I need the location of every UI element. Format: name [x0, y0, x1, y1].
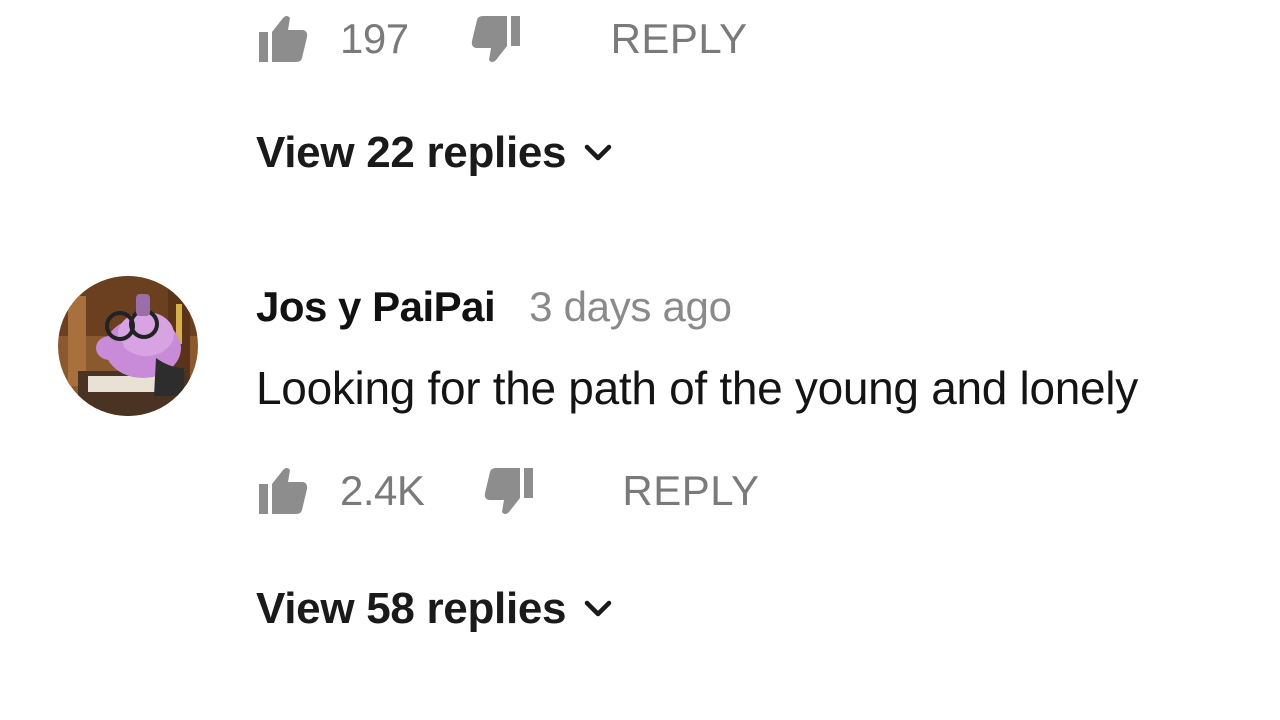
thumbs-up-icon[interactable]	[256, 14, 310, 64]
thumbs-down-icon[interactable]	[482, 466, 536, 516]
view-replies-button[interactable]: View 58 replies	[256, 584, 612, 634]
thumbs-up-icon[interactable]	[256, 466, 310, 516]
comment-header: Jos y PaiPai 3 days ago	[256, 282, 732, 332]
comment-text: Looking for the path of the young and lo…	[256, 362, 1138, 414]
view-replies-label: View 22 replies	[256, 128, 567, 177]
thumbs-down-icon[interactable]	[469, 14, 523, 64]
comment-actions: 2.4K REPLY	[256, 463, 760, 519]
chevron-down-icon	[584, 144, 612, 162]
comment-timestamp[interactable]: 3 days ago	[529, 283, 732, 331]
view-replies-button[interactable]: View 22 replies	[256, 128, 612, 178]
avatar[interactable]	[58, 276, 198, 416]
comment-body: Looking for the path of the young and lo…	[256, 360, 1138, 416]
chevron-down-icon	[584, 600, 612, 618]
like-count: 197	[340, 15, 409, 62]
view-replies-label: View 58 replies	[256, 584, 567, 633]
like-count: 2.4K	[340, 467, 425, 514]
author-name[interactable]: Jos y PaiPai	[256, 283, 496, 331]
avatar-image	[58, 276, 198, 416]
reply-button[interactable]: REPLY	[622, 467, 759, 515]
prev-comment-actions: 197 REPLY	[256, 11, 748, 67]
reply-button[interactable]: REPLY	[611, 15, 748, 63]
